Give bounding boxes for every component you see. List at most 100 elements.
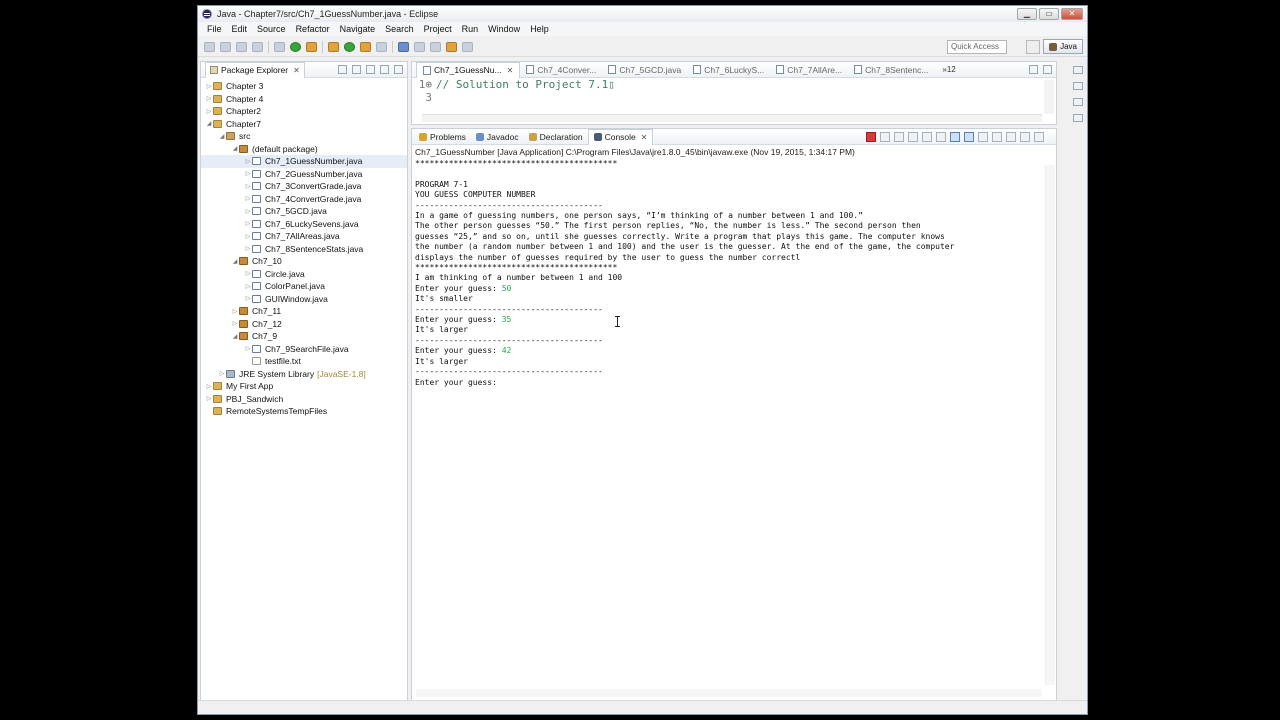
task-list-icon[interactable] bbox=[1073, 114, 1083, 122]
tree-item[interactable]: ▷ Ch7_4ConvertGrade.java bbox=[201, 193, 407, 206]
quick-access-input[interactable]: Quick Access bbox=[947, 40, 1007, 54]
tab-problems[interactable]: Problems bbox=[414, 129, 471, 145]
external-tools-icon[interactable] bbox=[306, 41, 317, 52]
tree-item[interactable]: ▷ JRE System Library [JavaSE-1.8] bbox=[201, 368, 407, 381]
view-menu-icon[interactable] bbox=[366, 65, 375, 74]
collapsed-arrow-icon[interactable]: ▷ bbox=[244, 208, 252, 215]
display-console-icon[interactable] bbox=[992, 132, 1002, 142]
tree-item[interactable]: ▷ GUIWindow.java bbox=[201, 293, 407, 306]
menu-item-navigate[interactable]: Navigate bbox=[335, 24, 381, 34]
terminate-icon[interactable] bbox=[866, 132, 876, 142]
tree-item[interactable]: ◢ (default package) bbox=[201, 143, 407, 156]
tree-item[interactable]: ▷ Ch7_9SearchFile.java bbox=[201, 343, 407, 356]
maximize-view-icon[interactable] bbox=[1034, 132, 1044, 142]
tree-item[interactable]: ▷ Ch7_3ConvertGrade.java bbox=[201, 180, 407, 193]
menu-item-refactor[interactable]: Refactor bbox=[291, 24, 335, 34]
editor-tab[interactable]: Ch7_5GCD.java bbox=[602, 62, 687, 78]
editor-horizontal-scrollbar[interactable] bbox=[422, 114, 1042, 122]
tree-item[interactable]: ▷ Chapter 3 bbox=[201, 80, 407, 93]
restore-icon[interactable] bbox=[1073, 66, 1083, 74]
minimize-button[interactable]: ▁ bbox=[1017, 8, 1037, 20]
copy-icon[interactable] bbox=[908, 132, 918, 142]
tree-item[interactable]: ◢ Chapter7 bbox=[201, 118, 407, 131]
close-icon[interactable]: ✕ bbox=[293, 66, 300, 75]
tree-item[interactable]: ▷ Ch7_6LuckySevens.java bbox=[201, 218, 407, 231]
maximize-view-icon[interactable] bbox=[394, 65, 403, 74]
collapsed-arrow-icon[interactable]: ▷ bbox=[244, 195, 252, 202]
menu-item-search[interactable]: Search bbox=[380, 24, 419, 34]
collapsed-arrow-icon[interactable]: ▷ bbox=[244, 220, 252, 227]
scroll-lock-icon[interactable] bbox=[922, 132, 932, 142]
tab-declaration[interactable]: Declaration bbox=[524, 129, 588, 145]
forward-icon[interactable] bbox=[462, 41, 473, 52]
collapsed-arrow-icon[interactable]: ▷ bbox=[244, 170, 252, 177]
menu-item-window[interactable]: Window bbox=[483, 24, 525, 34]
collapsed-arrow-icon[interactable]: ▷ bbox=[205, 108, 213, 115]
show-on-output-icon[interactable] bbox=[950, 132, 960, 142]
last-edit-icon[interactable] bbox=[430, 41, 441, 52]
new-icon[interactable] bbox=[204, 41, 215, 52]
remove-all-icon[interactable] bbox=[894, 132, 904, 142]
tree-item[interactable]: ▷ PBJ_Sandwich bbox=[201, 393, 407, 406]
editor-tab[interactable]: Ch7_7AllAre... bbox=[770, 62, 848, 78]
run-icon[interactable] bbox=[290, 41, 301, 52]
collapsed-arrow-icon[interactable]: ▷ bbox=[205, 395, 213, 402]
tab-javadoc[interactable]: Javadoc bbox=[471, 129, 524, 145]
close-button[interactable]: ✕ bbox=[1061, 8, 1083, 20]
menu-item-run[interactable]: Run bbox=[457, 24, 484, 34]
restore-icon[interactable] bbox=[1073, 98, 1083, 106]
collapsed-arrow-icon[interactable]: ▷ bbox=[244, 245, 252, 252]
outline-icon[interactable] bbox=[1073, 82, 1083, 90]
new-class-icon[interactable] bbox=[344, 41, 355, 52]
collapsed-arrow-icon[interactable]: ▷ bbox=[244, 158, 252, 165]
link-editor-icon[interactable] bbox=[352, 65, 361, 74]
menu-item-source[interactable]: Source bbox=[252, 24, 291, 34]
maximize-button[interactable]: ▭ bbox=[1039, 8, 1059, 20]
tree-item[interactable]: testfile.txt bbox=[201, 355, 407, 368]
tree-item[interactable]: ▷ Ch7_11 bbox=[201, 305, 407, 318]
editor-tab[interactable]: Ch7_1GuessNu... ✕ bbox=[416, 61, 521, 78]
remove-launch-icon[interactable] bbox=[880, 132, 890, 142]
expanded-arrow-icon[interactable]: ◢ bbox=[231, 145, 239, 152]
tree-item[interactable]: ▷ ColorPanel.java bbox=[201, 280, 407, 293]
word-wrap-icon[interactable] bbox=[936, 132, 946, 142]
menu-item-project[interactable]: Project bbox=[419, 24, 457, 34]
editor-tab[interactable]: Ch7_6LuckyS... bbox=[687, 62, 770, 78]
collapsed-arrow-icon[interactable]: ▷ bbox=[244, 295, 252, 302]
collapsed-arrow-icon[interactable]: ▷ bbox=[231, 308, 239, 315]
menu-item-file[interactable]: File bbox=[202, 24, 227, 34]
console-horizontal-scrollbar[interactable] bbox=[416, 689, 1042, 697]
show-on-error-icon[interactable] bbox=[964, 132, 974, 142]
minimize-view-icon[interactable] bbox=[1020, 132, 1030, 142]
tree-item[interactable]: ▷ Ch7_2GuessNumber.java bbox=[201, 168, 407, 181]
open-perspective-icon[interactable] bbox=[1026, 39, 1041, 54]
tree-item[interactable]: RemoteSystemsTempFiles bbox=[201, 405, 407, 418]
tree-item[interactable]: ▷ Chapter2 bbox=[201, 105, 407, 118]
save-all-icon[interactable] bbox=[236, 41, 247, 52]
collapsed-arrow-icon[interactable]: ▷ bbox=[218, 370, 226, 377]
collapsed-arrow-icon[interactable]: ▷ bbox=[244, 183, 252, 190]
tree-item[interactable]: ◢ src bbox=[201, 130, 407, 143]
collapsed-arrow-icon[interactable]: ▷ bbox=[244, 345, 252, 352]
collapsed-arrow-icon[interactable]: ▷ bbox=[244, 233, 252, 240]
collapsed-arrow-icon[interactable]: ▷ bbox=[244, 270, 252, 277]
console-output[interactable]: ****************************************… bbox=[412, 159, 1056, 388]
maximize-view-icon[interactable] bbox=[1043, 65, 1052, 74]
tree-item[interactable]: ▷ Circle.java bbox=[201, 268, 407, 281]
tree-item[interactable]: ▷ My First App bbox=[201, 380, 407, 393]
open-type-icon[interactable] bbox=[360, 41, 371, 52]
tab-console[interactable]: Console ✕ bbox=[587, 128, 654, 145]
tree-item[interactable]: ▷ Chapter 4 bbox=[201, 93, 407, 106]
debug-icon[interactable] bbox=[274, 41, 285, 52]
back-icon[interactable] bbox=[446, 41, 457, 52]
collapse-all-icon[interactable] bbox=[338, 65, 347, 74]
close-icon[interactable]: ✕ bbox=[507, 66, 514, 75]
collapsed-arrow-icon[interactable]: ▷ bbox=[205, 383, 213, 390]
tree-item[interactable]: ▷ Ch7_8SentenceStats.java bbox=[201, 243, 407, 256]
expanded-arrow-icon[interactable]: ◢ bbox=[205, 120, 213, 127]
next-annotation-icon[interactable] bbox=[398, 41, 409, 52]
minimize-view-icon[interactable] bbox=[380, 65, 389, 74]
tree-item[interactable]: ◢ Ch7_9 bbox=[201, 330, 407, 343]
tab-package-explorer[interactable]: Package Explorer ✕ bbox=[205, 61, 305, 78]
tree-item[interactable]: ◢ Ch7_10 bbox=[201, 255, 407, 268]
